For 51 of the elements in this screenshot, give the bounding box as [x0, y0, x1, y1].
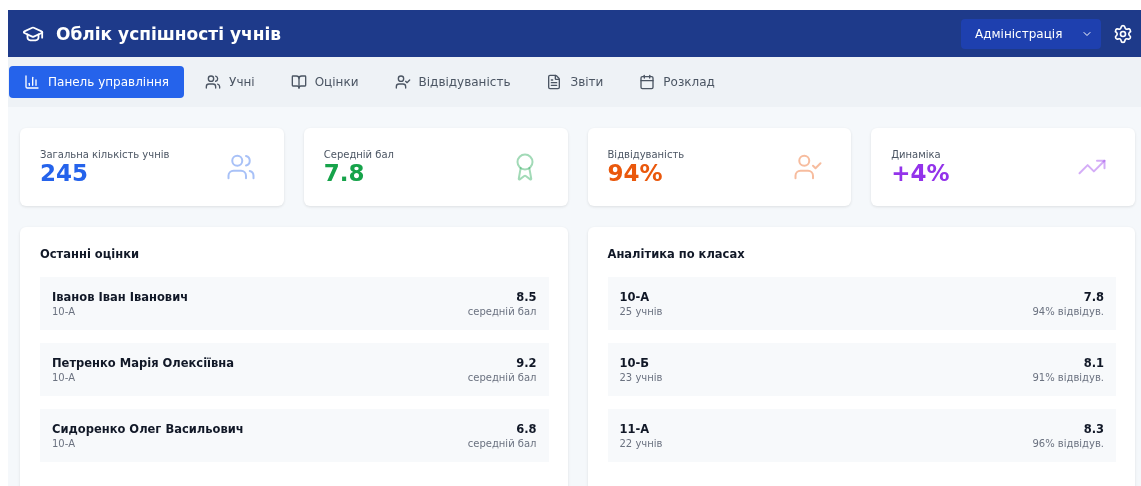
- people-icon: [205, 74, 222, 90]
- row-caption: 96% відвідув.: [1032, 438, 1104, 449]
- stat-value: 94%: [607, 159, 663, 186]
- settings-icon[interactable]: [1113, 23, 1133, 44]
- nav-tab[interactable]: Розклад: [624, 66, 730, 98]
- stat-label: Відвідуваність: [607, 148, 685, 160]
- stat-value: +4%: [891, 159, 950, 186]
- nav-tab[interactable]: Відвідуваність: [379, 66, 526, 98]
- row-title: 10-Б: [619, 356, 651, 370]
- row-score: 9.2: [516, 356, 537, 370]
- row-subtitle: 23 учнів: [619, 372, 663, 383]
- stat-value: 245: [40, 159, 89, 186]
- row-title: 11-А: [619, 422, 651, 436]
- row-subtitle: 22 учнів: [619, 438, 663, 449]
- row-subtitle: 10-А: [52, 438, 77, 449]
- row-subtitle: 25 учнів: [619, 306, 663, 317]
- row-caption: 94% відвідув.: [1032, 306, 1104, 317]
- row-caption: 91% відвідув.: [1032, 372, 1104, 383]
- nav-tab[interactable]: Оцінки: [275, 66, 374, 98]
- row-score: 8.3: [1083, 422, 1104, 436]
- row-subtitle: 10-А: [52, 372, 77, 383]
- stat-value: 7.8: [323, 159, 365, 186]
- bar-chart-icon: [24, 74, 40, 90]
- app-title: Облік успішності учнів: [56, 23, 283, 44]
- nav-tab[interactable]: Звіти: [531, 66, 619, 98]
- row-title: Петренко Марія Олексіївна: [52, 356, 235, 370]
- row-title: Сидоренко Олег Васильович: [52, 422, 244, 436]
- row-subtitle: 10-А: [52, 306, 77, 317]
- row-score: 7.8: [1083, 290, 1104, 304]
- role-select[interactable]: Адміністрація: [961, 18, 1101, 49]
- user-check-icon: [394, 74, 411, 90]
- nav-tab[interactable]: Учні: [190, 66, 270, 98]
- panel-title: Останні оцінки: [40, 247, 141, 261]
- user-check-icon: [793, 152, 824, 182]
- row-caption: середній бал: [467, 438, 537, 449]
- panel-title: Аналітика по класах: [607, 247, 746, 261]
- book-icon: [290, 74, 307, 90]
- row-caption: середній бал: [467, 372, 537, 383]
- row-title: Іванов Іван Іванович: [52, 290, 189, 304]
- calendar-icon: [639, 74, 656, 90]
- stat-label: Загальна кількість учнів: [40, 148, 170, 160]
- row-score: 8.5: [516, 290, 537, 304]
- stat-label: Середній бал: [323, 148, 394, 160]
- nav-tab[interactable]: Панель управління: [9, 66, 185, 98]
- people-icon: [225, 152, 256, 182]
- stat-label: Динаміка: [891, 148, 942, 160]
- document-icon: [546, 74, 563, 90]
- row-score: 6.8: [516, 422, 537, 436]
- row-caption: середній бал: [467, 306, 537, 317]
- row-title: 10-А: [619, 290, 651, 304]
- row-score: 8.1: [1083, 356, 1104, 370]
